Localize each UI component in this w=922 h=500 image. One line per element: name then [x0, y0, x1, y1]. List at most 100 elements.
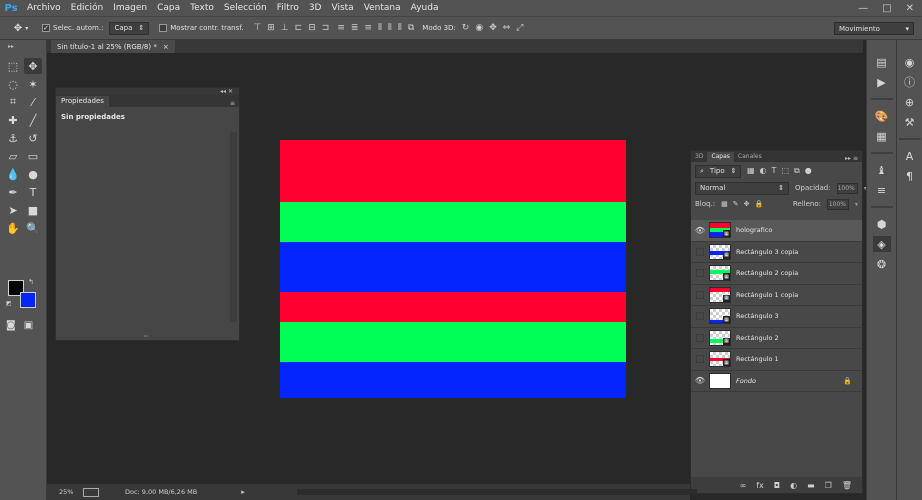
- layer-row[interactable]: ▦ Rectángulo 2: [691, 328, 862, 349]
- link-layers-icon[interactable]: ∞: [740, 481, 747, 490]
- channels-icon[interactable]: ❂: [873, 256, 891, 272]
- filter-adjustment-icon[interactable]: ◐: [760, 166, 767, 176]
- layer-row[interactable]: ▦ Rectángulo 1 copia: [691, 285, 862, 306]
- layer-row[interactable]: ▦ Rectángulo 2 copia: [691, 263, 862, 285]
- app-logo[interactable]: Ps: [0, 0, 22, 16]
- filter-toggle-icon[interactable]: ●: [805, 166, 812, 176]
- tab-3d[interactable]: 3D: [691, 152, 707, 162]
- filter-shape-icon[interactable]: ⬚: [781, 166, 789, 176]
- swap-colors-icon[interactable]: ↰: [28, 278, 34, 286]
- menu-item-3[interactable]: Capa: [152, 3, 185, 13]
- quick-mask-icon[interactable]: ◙: [6, 320, 16, 331]
- lock-transparent-icon[interactable]: ▦: [721, 200, 728, 208]
- adjustment-layer-icon[interactable]: ◐: [790, 481, 797, 490]
- healing-brush-tool-icon[interactable]: ✚: [4, 112, 22, 128]
- layers-icon[interactable]: ◈: [872, 236, 891, 252]
- roll-3d-icon[interactable]: ◉: [475, 23, 483, 33]
- default-colors-icon[interactable]: ◩: [6, 300, 12, 307]
- filter-smart-object-icon[interactable]: ⧉: [794, 166, 800, 176]
- zoom-tool-icon[interactable]: 🔍: [24, 220, 42, 236]
- chevron-down-icon[interactable]: ▾: [855, 201, 858, 208]
- collapse-panel-icon[interactable]: ◂◂ ✕: [220, 88, 233, 95]
- type-tool-icon[interactable]: T: [24, 184, 42, 200]
- slide-3d-icon[interactable]: ⇔: [503, 23, 511, 33]
- layer-row[interactable]: 👁 Fondo 🔒: [691, 371, 862, 392]
- move-tool-icon[interactable]: ✥: [24, 58, 42, 74]
- maximize-button[interactable]: □: [882, 3, 891, 14]
- eraser-tool-icon[interactable]: ▱: [4, 148, 22, 164]
- tool-preset-picker[interactable]: ✥ ▾: [0, 23, 42, 34]
- align-right-icon[interactable]: ⊐: [322, 23, 330, 33]
- align-vcenter-icon[interactable]: ⊞: [267, 23, 275, 33]
- swatches-icon[interactable]: ▦: [873, 128, 891, 144]
- clone-stamp-tool-icon[interactable]: ⚓: [4, 130, 22, 146]
- info-icon[interactable]: ⓘ: [901, 74, 919, 90]
- screen-mode-icon[interactable]: ▣: [24, 320, 33, 331]
- distribute-hcenter-icon[interactable]: ⦀: [388, 23, 392, 33]
- tab-properties[interactable]: Propiedades: [56, 96, 109, 107]
- align-top-icon[interactable]: ⊤: [253, 23, 261, 33]
- menu-item-1[interactable]: Edición: [66, 3, 109, 13]
- menu-item-2[interactable]: Imagen: [108, 3, 152, 13]
- properties-scrollbar[interactable]: [230, 132, 237, 322]
- menu-item-0[interactable]: Archivo: [22, 3, 66, 13]
- tab-channels[interactable]: Canales: [734, 152, 766, 162]
- character-icon[interactable]: A: [901, 148, 919, 164]
- pan-3d-icon[interactable]: ✥: [489, 23, 497, 33]
- gradient-tool-icon[interactable]: ▭: [24, 148, 42, 164]
- color-palette-icon[interactable]: 🎨: [873, 108, 891, 124]
- distribute-right-icon[interactable]: ⦀: [398, 23, 402, 33]
- filter-type-icon[interactable]: T: [772, 166, 777, 176]
- auto-select-checkbox[interactable]: ✓: [42, 24, 50, 32]
- auto-align-icon[interactable]: ⧉: [408, 23, 414, 33]
- lock-position-icon[interactable]: ✥: [744, 200, 750, 208]
- scale-3d-icon[interactable]: ⤢: [516, 23, 523, 33]
- eye-icon[interactable]: 👁: [691, 226, 709, 235]
- auto-select-dropdown[interactable]: Capa ⇕: [109, 21, 150, 35]
- eye-icon[interactable]: 👁: [691, 376, 709, 385]
- fx-icon[interactable]: fx: [756, 481, 764, 490]
- clone-source-icon[interactable]: ≡: [873, 182, 891, 198]
- layer-row[interactable]: ▦ Rectángulo 3: [691, 306, 862, 328]
- delete-layer-icon[interactable]: 🗑: [842, 481, 852, 490]
- menu-item-9[interactable]: Ventana: [359, 3, 406, 13]
- lasso-tool-icon[interactable]: ◌: [4, 76, 22, 92]
- document-canvas[interactable]: [280, 140, 626, 398]
- proof-icon[interactable]: [83, 487, 99, 497]
- menu-item-6[interactable]: Filtro: [272, 3, 304, 13]
- filter-pixel-icon[interactable]: ▦: [747, 166, 755, 176]
- menu-item-10[interactable]: Ayuda: [406, 3, 444, 13]
- brush-tool-icon[interactable]: ╱: [24, 112, 42, 128]
- distribute-vcenter-icon[interactable]: ≣: [351, 23, 359, 33]
- distribute-left-icon[interactable]: ⦀: [378, 23, 382, 33]
- panel-menu-icon[interactable]: ≡: [230, 100, 239, 107]
- menu-item-4[interactable]: Texto: [185, 3, 219, 13]
- path-selection-tool-icon[interactable]: ➤: [4, 202, 22, 218]
- menu-item-7[interactable]: 3D: [304, 3, 327, 13]
- zoom-level[interactable]: 25%: [47, 488, 83, 496]
- new-group-icon[interactable]: ▬: [807, 481, 815, 490]
- visibility-toggle[interactable]: [691, 355, 709, 364]
- lock-image-icon[interactable]: ✎: [733, 200, 739, 208]
- horizontal-scrollbar[interactable]: [297, 489, 697, 495]
- close-button[interactable]: ✕: [906, 3, 914, 14]
- styles-icon[interactable]: ⚒: [901, 114, 919, 130]
- distribute-bottom-icon[interactable]: ≡: [364, 23, 372, 33]
- magic-wand-tool-icon[interactable]: ✶: [24, 76, 42, 92]
- show-transform-checkbox[interactable]: [159, 24, 168, 32]
- crop-tool-icon[interactable]: ⌗: [4, 94, 22, 110]
- status-menu-arrow[interactable]: ▸: [241, 488, 245, 496]
- add-mask-icon[interactable]: ◘: [774, 481, 780, 490]
- panel-menu-icon[interactable]: ▸▸ ≡: [845, 155, 862, 162]
- collapse-icon[interactable]: ▸▸: [8, 43, 14, 50]
- visibility-toggle[interactable]: [691, 312, 709, 321]
- history-icon[interactable]: ▤: [873, 54, 891, 70]
- workspace-dropdown[interactable]: Movimiento ▾: [834, 22, 914, 35]
- history-brush-tool-icon[interactable]: ↺: [24, 130, 42, 146]
- layer-row[interactable]: ▦ Rectángulo 3 copia: [691, 242, 862, 263]
- new-layer-icon[interactable]: ❐: [825, 481, 832, 490]
- minimize-button[interactable]: —: [858, 3, 868, 14]
- opacity-input[interactable]: 100%: [836, 182, 858, 194]
- adjustments-icon[interactable]: ⊕: [901, 94, 919, 110]
- marquee-tool-icon[interactable]: ⬚: [4, 58, 22, 74]
